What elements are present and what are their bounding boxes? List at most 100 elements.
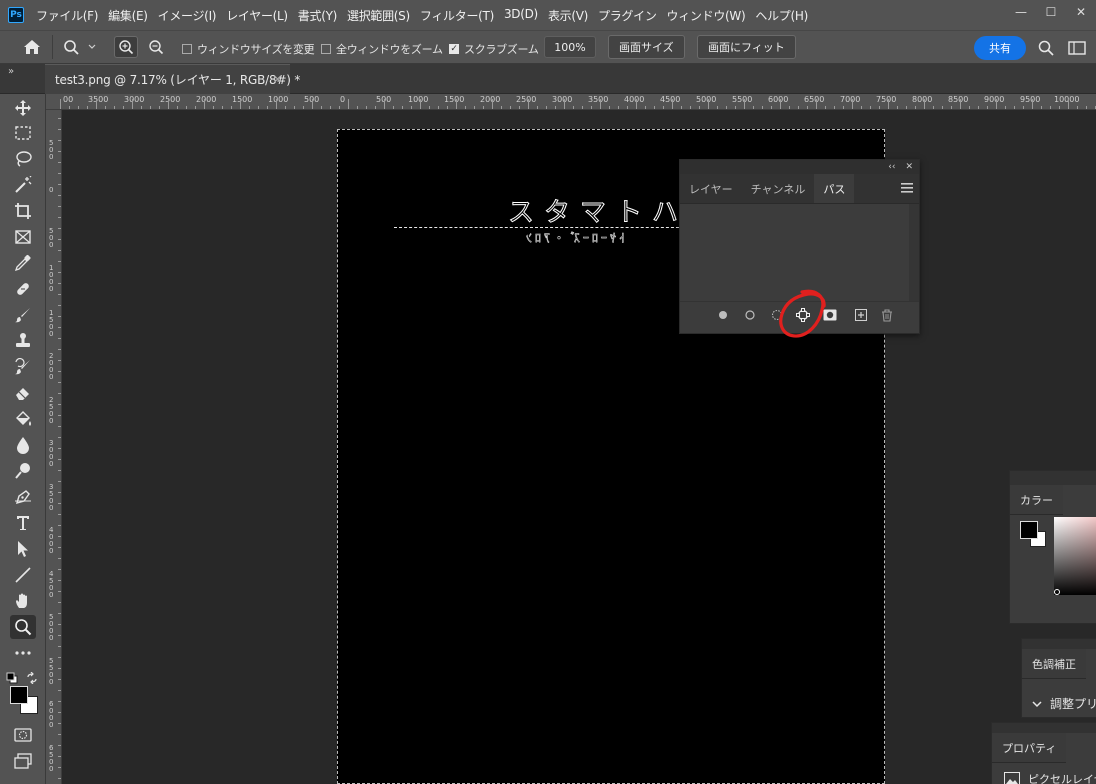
ruler-tick (636, 99, 637, 109)
paint-bucket-tool-icon[interactable] (10, 407, 36, 431)
screen-mode-icon[interactable] (10, 749, 36, 773)
close-tab-icon[interactable]: ✕ (273, 73, 282, 86)
ruler-tick (384, 99, 385, 109)
fit-screen-button[interactable]: 画面サイズ (608, 35, 685, 59)
horizontal-ruler: 00 3500 3000 2500 2000 1500 1000 500 0 5… (46, 94, 1096, 110)
swap-colors-icon[interactable] (26, 669, 38, 685)
menu-select[interactable]: 選択範囲(S) (347, 7, 410, 24)
share-button[interactable]: 共有 (974, 36, 1026, 60)
menu-3d[interactable]: 3D(D) (504, 7, 538, 24)
zoom-percent-field[interactable]: 100% (544, 36, 596, 58)
maximize-button[interactable]: ☐ (1036, 0, 1066, 24)
fill-path-icon[interactable] (714, 306, 732, 324)
menu-file[interactable]: ファイル(F) (36, 7, 98, 24)
checkmark-icon: ✓ (449, 43, 459, 54)
ruler-tick (492, 99, 493, 109)
menu-edit[interactable]: 編集(E) (108, 7, 148, 24)
eyedropper-tool-icon[interactable] (10, 251, 36, 275)
ruler-tick (888, 99, 889, 109)
tab-layers[interactable]: レイヤー (680, 174, 742, 203)
more-tools-icon[interactable] (10, 641, 36, 665)
move-tool-icon[interactable] (10, 96, 36, 120)
dodge-tool-icon[interactable] (10, 459, 36, 483)
zoom-out-icon[interactable] (144, 36, 168, 58)
magic-wand-tool-icon[interactable] (10, 173, 36, 197)
ruler-tick (708, 99, 709, 109)
new-path-icon[interactable] (852, 306, 870, 324)
brush-tool-icon[interactable] (10, 303, 36, 327)
panel-title-bar[interactable]: ‹‹ ✕ (680, 160, 919, 174)
fill-screen-button[interactable]: 画面にフィット (697, 35, 796, 59)
tab-paths[interactable]: パス (814, 174, 855, 203)
color-swatches[interactable] (10, 686, 40, 716)
type-tool-icon[interactable] (10, 511, 36, 535)
canvas-area[interactable]: スタマトハペ ﾄﾔｰﾛｰｽﾞ・ｱﾛﾝ (62, 110, 1096, 784)
frame-tool-icon[interactable] (10, 225, 36, 249)
blur-tool-icon[interactable] (10, 433, 36, 457)
zoom-in-icon[interactable] (114, 36, 138, 58)
ruler-tick (672, 99, 673, 109)
ruler-tick (816, 99, 817, 109)
ruler-tick (240, 99, 241, 109)
zoom-all-windows-checkbox[interactable]: 全ウィンドウをズーム (321, 41, 443, 57)
menu-image[interactable]: イメージ(I) (158, 7, 217, 24)
ruler-tick (528, 99, 529, 109)
lasso-tool-icon[interactable] (10, 147, 36, 171)
close-panel-icon[interactable]: ✕ (905, 162, 913, 172)
zoom-tool-icon[interactable] (10, 615, 36, 639)
marquee-tool-icon[interactable] (10, 121, 36, 145)
workspace-icon[interactable] (1066, 38, 1088, 58)
close-window-button[interactable]: ✕ (1066, 0, 1096, 24)
clone-stamp-tool-icon[interactable] (10, 329, 36, 353)
menu-bar: Ps ファイル(F) 編集(E) イメージ(I) レイヤー(L) 書式(Y) 選… (0, 0, 1096, 30)
document-tab-title: test3.png @ 7.17% (レイヤー 1, RGB/8#) * (55, 73, 301, 87)
color-picker-field[interactable] (1054, 517, 1096, 595)
panel-tabs: レイヤー チャンネル パス (680, 174, 919, 204)
menu-view[interactable]: 表示(V) (548, 7, 588, 24)
menu-filter[interactable]: フィルター(T) (420, 7, 494, 24)
menu-help[interactable]: ヘルプ(H) (755, 7, 808, 24)
healing-brush-tool-icon[interactable] (10, 277, 36, 301)
menu-layer[interactable]: レイヤー(L) (226, 7, 288, 24)
hand-tool-icon[interactable] (10, 589, 36, 613)
menu-window[interactable]: ウィンドウ(W) (667, 7, 746, 24)
stroke-path-icon[interactable] (741, 306, 759, 324)
search-icon[interactable] (1036, 38, 1056, 58)
resize-windows-checkbox[interactable]: ウィンドウサイズを変更 (182, 41, 315, 57)
adjustment-presets-row[interactable]: 調整プリセ (1032, 695, 1096, 712)
quick-mask-icon[interactable] (10, 723, 36, 747)
foreground-color-swatch[interactable] (10, 686, 28, 704)
line-tool-icon[interactable] (10, 563, 36, 587)
tab-channels[interactable]: チャンネル (742, 174, 815, 203)
delete-path-icon[interactable] (878, 306, 896, 324)
expand-panels-icon[interactable]: » (8, 66, 14, 77)
canvas-subtitle-text: ﾄﾔｰﾛｰｽﾞ・ｱﾛﾝ (523, 231, 626, 246)
menu-plugins[interactable]: プラグイン (598, 7, 657, 24)
document-tab[interactable]: test3.png @ 7.17% (レイヤー 1, RGB/8#) * ✕ (45, 64, 300, 94)
color-panel: カラー (1009, 470, 1096, 624)
history-brush-tool-icon[interactable] (10, 355, 36, 379)
eraser-tool-icon[interactable] (10, 381, 36, 405)
tab-color[interactable]: カラー (1010, 485, 1063, 515)
scrubby-zoom-checkbox[interactable]: ✓ スクラブズーム (449, 41, 539, 57)
annotation-circle (779, 289, 826, 338)
pen-tool-icon[interactable] (10, 485, 36, 509)
home-icon[interactable] (20, 37, 44, 57)
path-selection-tool-icon[interactable] (10, 537, 36, 561)
ruler-tick (1032, 99, 1033, 109)
ruler-tick (276, 99, 277, 109)
minimize-button[interactable]: — (1006, 0, 1036, 24)
tab-adjustments[interactable]: 色調補正 (1022, 649, 1086, 679)
chevron-down-icon (1032, 700, 1042, 707)
color-picker-cursor-icon[interactable] (1054, 589, 1060, 595)
tab-properties[interactable]: プロパティ (992, 733, 1067, 763)
zoom-tool-preset-picker[interactable] (62, 37, 98, 57)
ruler-tick (564, 99, 565, 109)
collapse-panel-icon[interactable]: ‹‹ (888, 162, 895, 172)
default-colors-icon[interactable] (6, 669, 18, 684)
ruler-tick (312, 99, 313, 109)
color-panel-swatches[interactable] (1020, 521, 1048, 549)
hamburger-menu-icon[interactable] (901, 182, 913, 196)
crop-tool-icon[interactable] (10, 199, 36, 223)
menu-type[interactable]: 書式(Y) (298, 7, 338, 24)
